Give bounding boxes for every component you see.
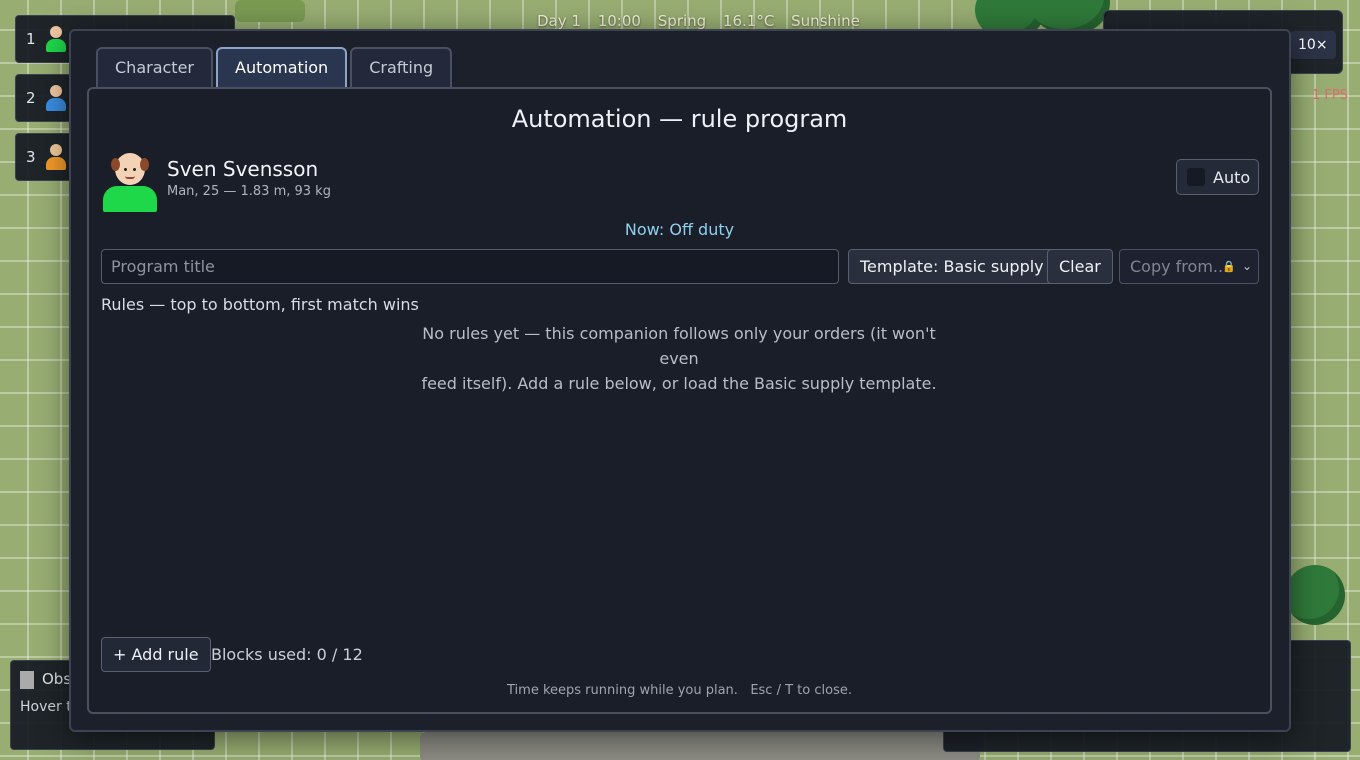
character-portrait [103, 150, 157, 212]
empty-message-line: No rules yet — this companion follows on… [422, 324, 936, 368]
companion-avatar [44, 143, 68, 171]
character-name: Sven Svensson [167, 157, 319, 181]
auto-label: Auto [1213, 167, 1251, 187]
auto-toggle[interactable]: Auto [1176, 159, 1259, 195]
rules-heading: Rules — top to bottom, first match wins [101, 295, 419, 314]
template-basic-supply-button[interactable]: Template: Basic supply [848, 249, 1056, 284]
temperature-label: 16.1°C [722, 12, 775, 30]
world-status-bar: Day 1 10:00 Spring 16.1°C Sunshine [537, 12, 872, 30]
footer-hint: Time keeps running while you plan. Esc /… [507, 683, 852, 698]
season-label: Spring [657, 12, 707, 30]
empty-rules-message: No rules yet — this companion follows on… [409, 321, 949, 396]
dialog-tabs: Character Automation Crafting [96, 47, 453, 87]
chevron-down-icon: ⌄ [1241, 259, 1252, 273]
party-slot-number: 2 [26, 89, 36, 107]
inspector-title: Obs [42, 670, 72, 688]
fps-counter: 1 FPS [1312, 88, 1348, 103]
add-rule-button[interactable]: + Add rule [101, 637, 211, 672]
rock [235, 0, 305, 22]
day-label: Day 1 [537, 12, 581, 30]
companion-avatar [44, 84, 68, 112]
blocks-used-counter: Blocks used: 0 / 12 [211, 645, 363, 664]
clear-button[interactable]: Clear [1047, 249, 1113, 284]
companion-avatar [44, 25, 68, 53]
rock [420, 732, 980, 760]
tree [1285, 565, 1345, 625]
weather-label: Sunshine [791, 12, 860, 30]
party-slot-number: 3 [26, 148, 36, 166]
lock-icon: 🔒 [1222, 260, 1236, 273]
copy-from-placeholder: Copy from... [1130, 257, 1229, 276]
speed-10x-button[interactable]: 10× [1290, 31, 1336, 59]
tab-character[interactable]: Character [96, 47, 213, 87]
character-info: Man, 25 — 1.83 m, 93 kg [167, 184, 331, 199]
copy-from-select[interactable]: Copy from... 🔒 ⌄ [1119, 249, 1259, 284]
automation-panel: Automation — rule program Sven Svensson … [87, 87, 1272, 714]
checkbox-icon [1187, 168, 1205, 186]
party-slot-number: 1 [26, 30, 36, 48]
tab-automation[interactable]: Automation [216, 47, 348, 87]
tab-crafting[interactable]: Crafting [350, 47, 453, 87]
program-title-input[interactable] [101, 249, 839, 284]
panel-title: Automation — rule program [511, 105, 848, 133]
empty-message-line: feed itself). Add a rule below, or load … [421, 374, 937, 393]
status-text: Now: Off duty [624, 220, 735, 239]
swatch-icon [20, 670, 34, 689]
time-label: 10:00 [597, 12, 641, 30]
